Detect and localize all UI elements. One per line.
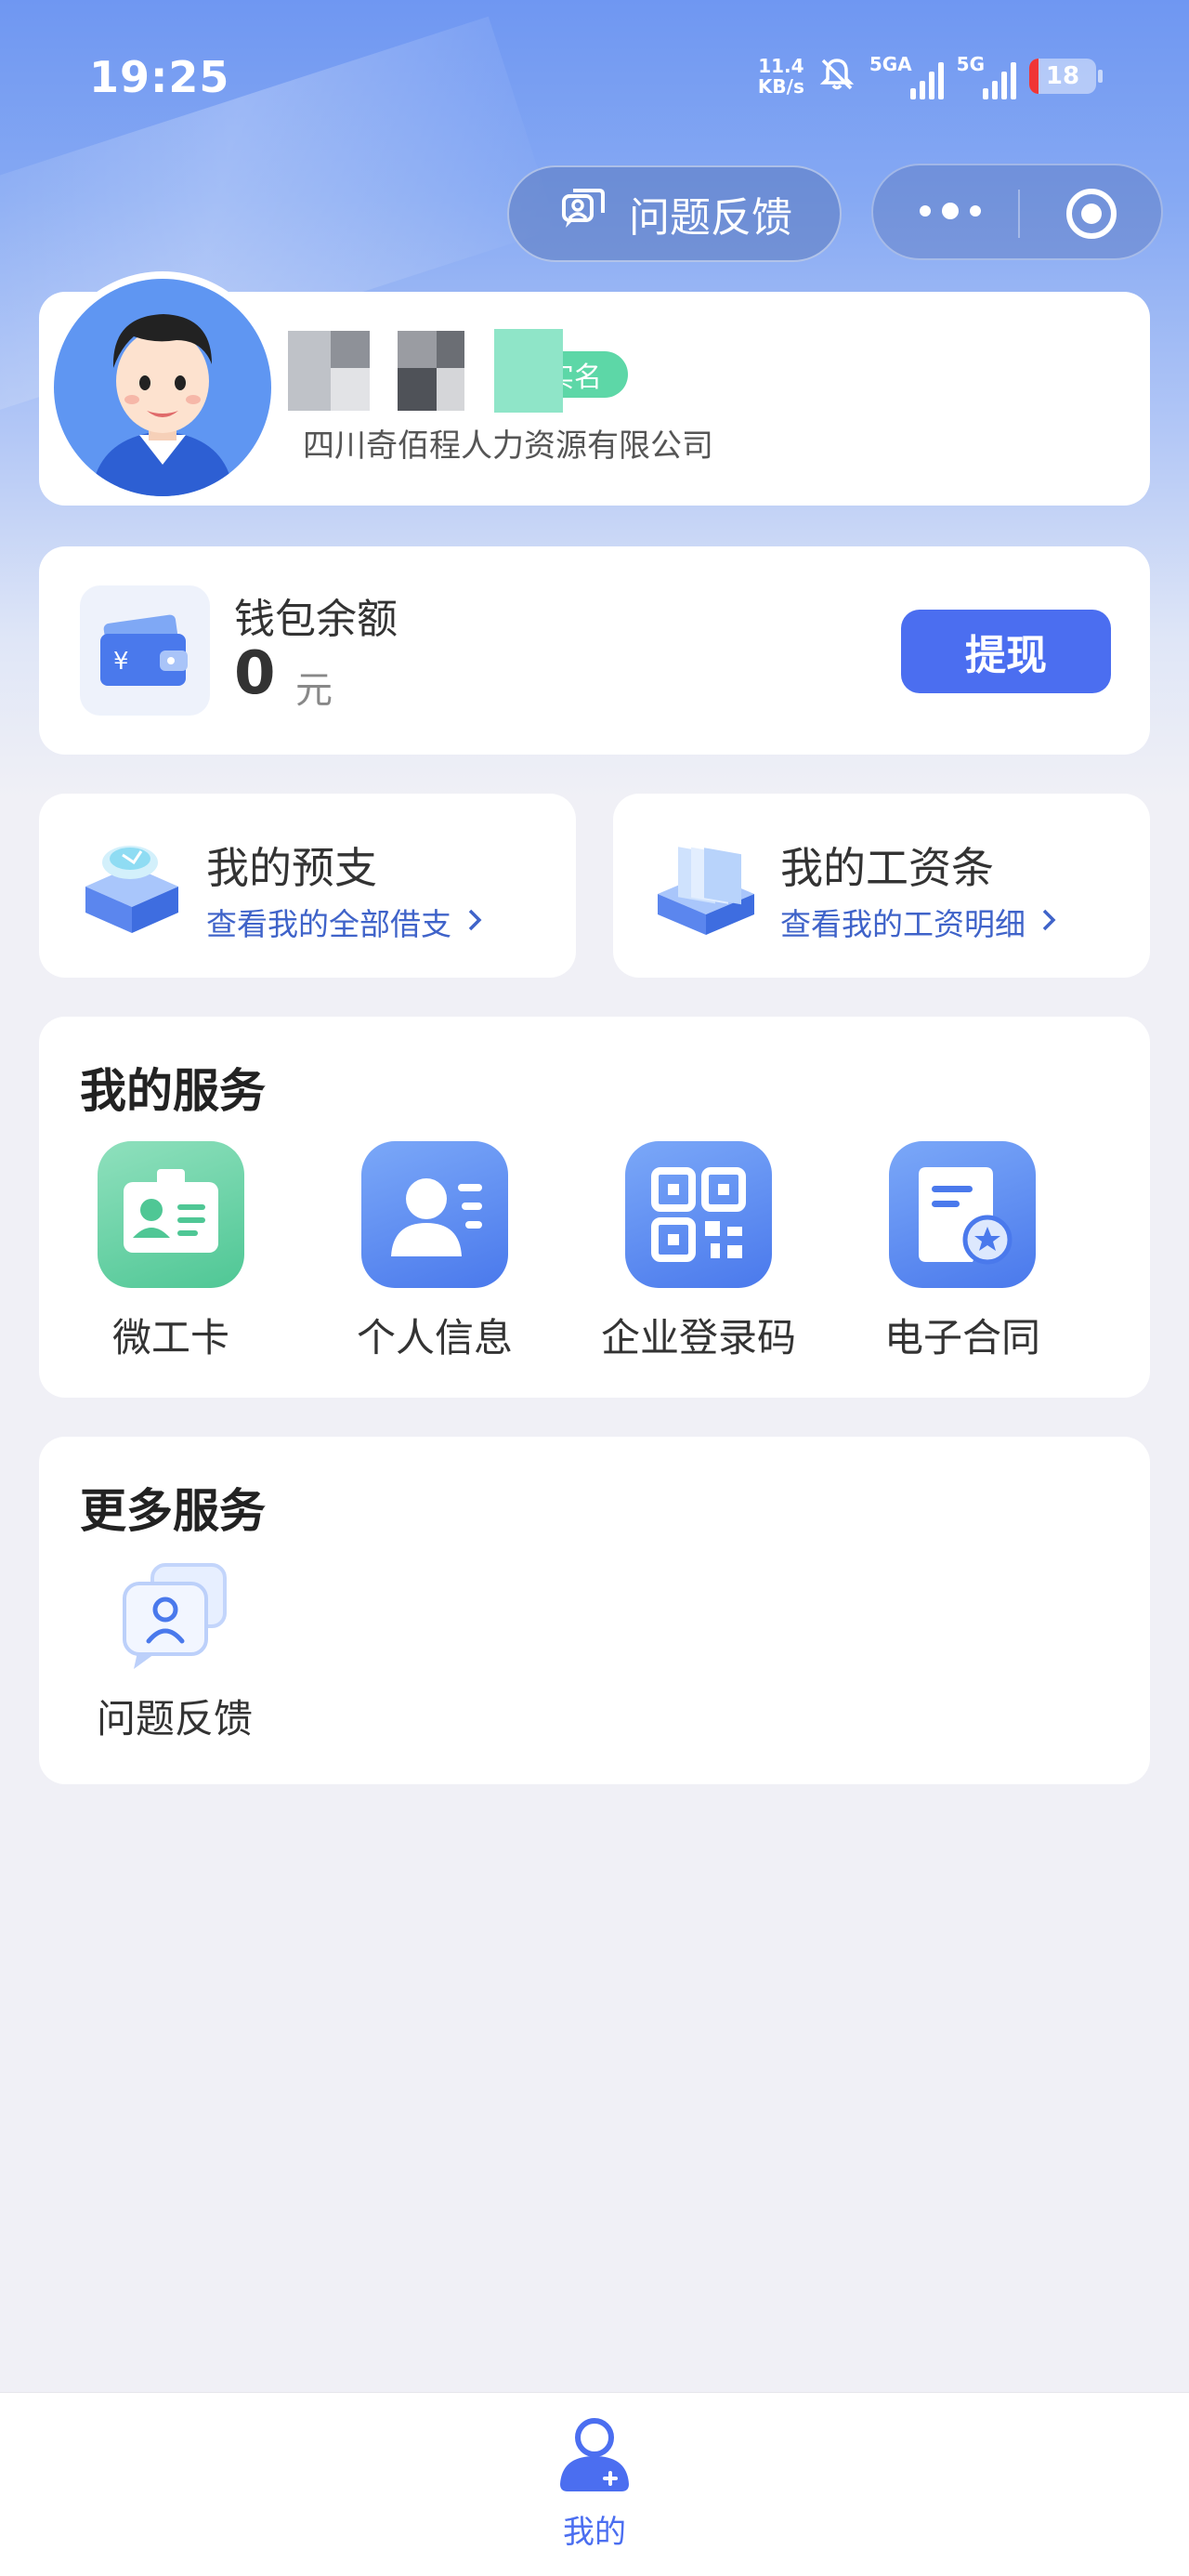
net-speed-value: 11.4 xyxy=(758,55,804,77)
mini-program-capsule xyxy=(871,164,1163,260)
bottom-tab-bar: 我的 xyxy=(0,2392,1189,2576)
payslip-card[interactable]: 我的工资条 查看我的工资明细 xyxy=(613,794,1150,978)
payslip-title: 我的工资条 xyxy=(780,843,994,893)
service-item-enterprise-code[interactable]: 企业登录码 xyxy=(567,1141,830,1363)
service-label: 个人信息 xyxy=(356,1315,513,1360)
service-label: 微工卡 xyxy=(111,1315,229,1360)
service-label: 电子合同 xyxy=(883,1315,1040,1360)
net-speed-unit: KB/s xyxy=(757,75,804,98)
more-services-title: 更多服务 xyxy=(80,1484,266,1538)
wallet-amount: 0 xyxy=(234,639,276,708)
more-services-card: 更多服务 问题反馈 xyxy=(39,1437,1150,1784)
advance-title: 我的预支 xyxy=(206,843,377,893)
signal-5ga: 5GA xyxy=(869,53,944,99)
tab-mine[interactable]: 我的 xyxy=(520,2413,669,2552)
status-bar: 19:25 11.4 KB/s 5GA 5G 18 xyxy=(0,0,1189,158)
status-indicators: 11.4 KB/s 5GA 5G 18 xyxy=(758,50,1103,102)
my-services-title: 我的服务 xyxy=(80,1064,266,1118)
chevron-right-icon xyxy=(1040,904,1057,940)
redacted-name xyxy=(288,331,502,411)
network-label-2: 5G xyxy=(956,53,985,75)
qr-code-icon xyxy=(625,1141,772,1288)
capsule-divider xyxy=(1018,190,1020,238)
contract-icon xyxy=(889,1141,1036,1288)
battery-low-fill xyxy=(1029,59,1039,94)
service-label: 企业登录码 xyxy=(600,1315,796,1360)
redacted-badge-block xyxy=(494,329,563,413)
payslip-subtitle[interactable]: 查看我的工资明细 xyxy=(780,900,1057,944)
advance-card[interactable]: 我的预支 查看我的全部借支 xyxy=(39,794,576,978)
wallet-card: ¥ 钱包余额 0 元 提现 xyxy=(39,546,1150,755)
service-item-e-contract[interactable]: 电子合同 xyxy=(830,1141,1094,1363)
payslip-subtitle-text: 查看我的工资明细 xyxy=(780,906,1026,942)
withdraw-button[interactable]: 提现 xyxy=(901,610,1111,693)
wallet-icon: ¥ xyxy=(80,585,210,716)
more-service-label: 问题反馈 xyxy=(96,1696,253,1741)
net-speed: 11.4 KB/s xyxy=(758,56,804,97)
feedback-pill-button[interactable]: 问题反馈 xyxy=(507,165,842,262)
feedback-pill-label: 问题反馈 xyxy=(629,194,792,242)
feedback-chat-icon xyxy=(556,183,608,245)
network-label-1: 5GA xyxy=(869,53,912,75)
signal-icon xyxy=(909,62,944,99)
my-services-card: 我的服务 微工卡 个人信息 企业登录码 电子合同 xyxy=(39,1017,1150,1398)
more-dots-icon[interactable] xyxy=(920,203,981,219)
advance-subtitle-text: 查看我的全部借支 xyxy=(206,906,451,942)
signal-icon xyxy=(983,62,1016,99)
more-service-feedback[interactable]: 问题反馈 xyxy=(76,1556,273,1744)
service-item-personal-info[interactable]: 个人信息 xyxy=(303,1141,567,1363)
tab-label: 我的 xyxy=(563,2514,626,2551)
payslip-folder-icon xyxy=(650,829,762,940)
user-tab-icon xyxy=(553,2413,636,2497)
signal-5g: 5G xyxy=(957,53,1016,99)
status-time: 19:25 xyxy=(89,52,230,102)
id-card-icon xyxy=(98,1141,244,1288)
wallet-label: 钱包余额 xyxy=(234,596,398,643)
avatar[interactable] xyxy=(46,271,279,504)
chevron-right-icon xyxy=(466,904,483,940)
avatar-illustration xyxy=(54,279,271,496)
company-name: 四川奇佰程人力资源有限公司 xyxy=(303,427,713,465)
person-info-icon xyxy=(361,1141,508,1288)
battery-level: 18 xyxy=(1045,62,1080,90)
svg-text:¥: ¥ xyxy=(113,648,129,676)
advance-subtitle[interactable]: 查看我的全部借支 xyxy=(206,900,483,944)
service-item-work-card[interactable]: 微工卡 xyxy=(39,1141,303,1363)
battery-icon: 18 xyxy=(1029,59,1103,94)
mute-bell-icon xyxy=(817,55,856,98)
feedback-user-icon xyxy=(115,1556,234,1675)
wallet-unit: 元 xyxy=(295,669,333,712)
close-target-icon[interactable] xyxy=(1066,189,1117,239)
advance-box-icon xyxy=(76,829,188,940)
